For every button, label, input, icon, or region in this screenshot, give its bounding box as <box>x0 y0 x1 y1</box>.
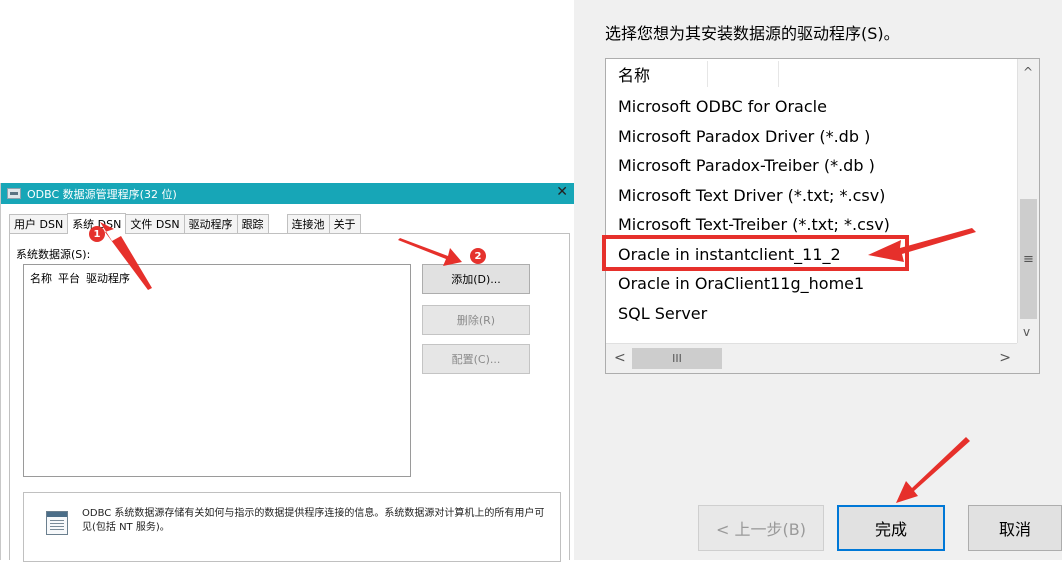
scroll-up-icon[interactable]: ^ <box>1023 65 1033 79</box>
info-box: ODBC 系统数据源存储有关如何与指示的数据提供程序连接的信息。系统数据源对计算… <box>23 492 561 562</box>
close-icon[interactable]: ✕ <box>556 184 568 200</box>
scroll-left-icon[interactable]: < <box>614 350 626 366</box>
column-driver[interactable]: 驱动程序 <box>86 270 130 286</box>
odbc-app-icon <box>7 188 21 199</box>
horizontal-scrollbar[interactable]: < III > <box>606 343 1019 373</box>
back-button[interactable]: < 上一步(B) <box>698 505 824 551</box>
tab-drivers[interactable]: 驱动程序 <box>183 214 238 233</box>
odbc-admin-window: ODBC 数据源管理程序(32 位) ✕ 用户 DSN 系统 DSN 文件 DS… <box>0 183 574 562</box>
step-badge-1: 1 <box>89 226 105 242</box>
driver-column-header[interactable]: 名称 <box>606 59 1017 89</box>
annotation-highlight-box <box>602 235 909 271</box>
list-item[interactable]: Microsoft Paradox Driver (*.db ) <box>606 122 1017 152</box>
dialog-heading: 选择您想为其安装数据源的驱动程序(S)。 <box>605 24 900 43</box>
column-platform[interactable]: 平台 <box>58 270 80 286</box>
tab-user-dsn[interactable]: 用户 DSN <box>9 214 69 233</box>
tab-file-dsn[interactable]: 文件 DSN <box>125 214 185 233</box>
tab-connection-pooling[interactable]: 连接池 <box>286 214 330 233</box>
horizontal-scroll-thumb[interactable]: III <box>632 348 722 369</box>
list-item[interactable]: Oracle in OraClient11g_home1 <box>606 269 1017 299</box>
data-source-icon <box>46 511 68 535</box>
tab-gap <box>268 214 288 233</box>
vertical-scrollbar[interactable]: ^ ≡ v <box>1017 59 1039 343</box>
finish-button[interactable]: 完成 <box>837 505 945 551</box>
configure-button[interactable]: 配置(C)... <box>422 344 530 374</box>
vertical-scroll-thumb[interactable]: ≡ <box>1020 199 1037 319</box>
title-bar: ODBC 数据源管理程序(32 位) ✕ <box>1 183 574 204</box>
list-item[interactable]: Microsoft Text Driver (*.txt; *.csv) <box>606 181 1017 211</box>
add-button[interactable]: 添加(D)... <box>422 264 530 294</box>
scroll-right-icon[interactable]: > <box>999 350 1011 366</box>
info-text: ODBC 系统数据源存储有关如何与指示的数据提供程序连接的信息。系统数据源对计算… <box>82 508 545 533</box>
scroll-corner <box>1017 343 1039 373</box>
driver-list[interactable]: 名称 Microsoft ODBC for Oracle Microsoft P… <box>605 58 1040 374</box>
driver-select-dialog: 选择您想为其安装数据源的驱动程序(S)。 名称 Microsoft ODBC f… <box>574 0 1062 560</box>
cancel-button[interactable]: 取消 <box>968 505 1062 551</box>
list-item[interactable]: SQL Server <box>606 299 1017 329</box>
list-item[interactable]: Microsoft Paradox-Treiber (*.db ) <box>606 151 1017 181</box>
column-name[interactable]: 名称 <box>30 270 52 286</box>
remove-button[interactable]: 删除(R) <box>422 305 530 335</box>
list-item[interactable]: Microsoft ODBC for Oracle <box>606 92 1017 122</box>
tab-about[interactable]: 关于 <box>328 214 361 233</box>
tab-tracing[interactable]: 跟踪 <box>236 214 269 233</box>
system-dsn-list[interactable]: 名称 平台 驱动程序 <box>23 264 411 477</box>
tab-panel: 系统数据源(S): 名称 平台 驱动程序 添加(D)... 删除(R) 配置(C… <box>9 234 570 562</box>
dsn-list-header: 名称 平台 驱动程序 <box>24 265 410 286</box>
window-title: ODBC 数据源管理程序(32 位) <box>27 187 177 201</box>
step-badge-2: 2 <box>470 248 486 264</box>
scroll-down-icon[interactable]: v <box>1023 325 1030 339</box>
driver-rows: Microsoft ODBC for Oracle Microsoft Para… <box>606 92 1017 328</box>
system-ds-label: 系统数据源(S): <box>16 248 91 261</box>
